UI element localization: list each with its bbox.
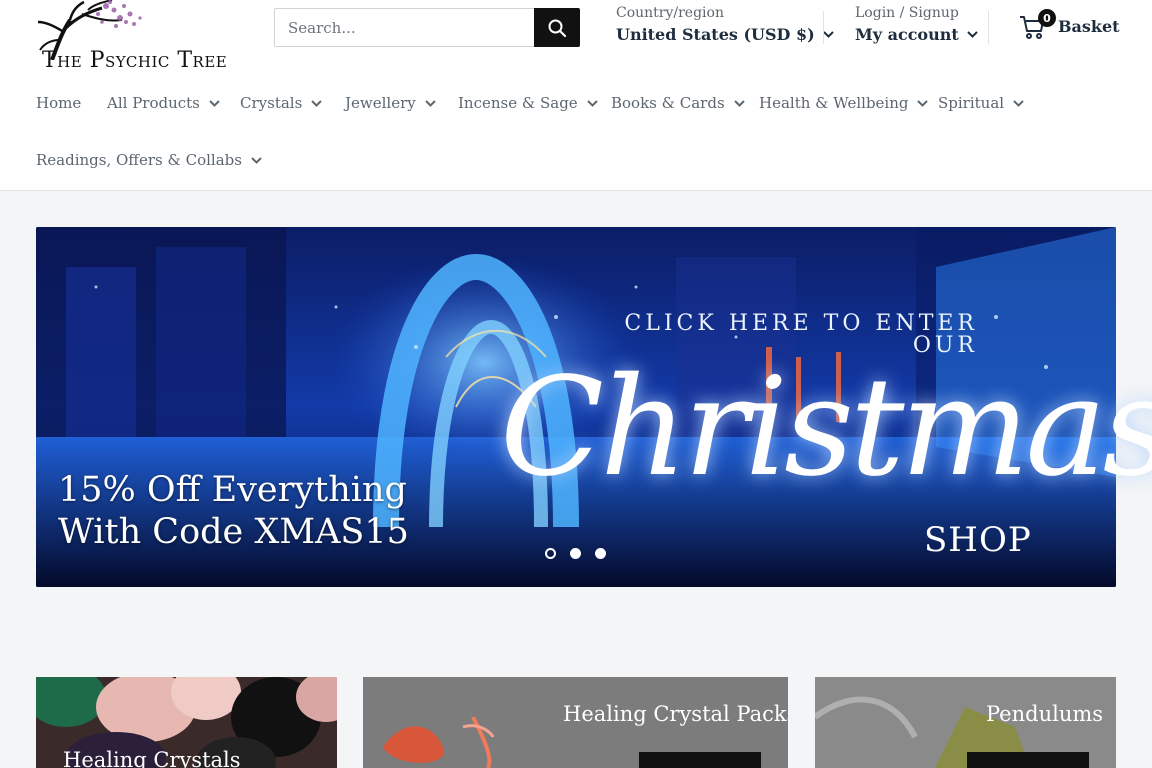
chevron-down-icon [733,99,745,107]
category-title: Pendulums [986,702,1104,726]
hero-offer-text: 15% Off Everything With Code XMAS15 [58,469,409,553]
account-value: My account [855,25,959,44]
nav-label: Incense & Sage [458,94,578,112]
nav-label: Readings, Offers & Collabs [36,151,242,169]
category-card-pendulums[interactable]: Pendulums [815,677,1116,768]
hero-script-title: Christmas [500,349,1152,507]
chevron-down-icon [311,99,323,107]
header-divider [988,11,989,44]
chevron-down-icon [209,99,220,107]
chevron-down-icon [822,31,834,38]
nav-item-books-cards[interactable]: Books & Cards [611,94,745,112]
basket-count-badge: 0 [1038,9,1056,27]
nav-label: Home [36,94,82,112]
header-divider [823,11,824,44]
basket-button[interactable]: 0 Basket [1018,9,1120,40]
hero-enter-line1: CLICK HERE TO ENTER [624,311,978,336]
search-icon [548,19,567,37]
category-title: Healing Crystal Packs [563,702,788,726]
nav-item-readings-offers[interactable]: Readings, Offers & Collabs [36,151,262,169]
nav-item-health-wellbeing[interactable]: Health & Wellbeing [759,94,929,112]
category-title: Healing Crystals [63,748,241,768]
nav-label: Spiritual [938,94,1005,112]
hero-offer-line2: With Code XMAS15 [58,512,409,552]
category-card-healing-crystals[interactable]: Healing Crystals [36,677,337,768]
chevron-down-icon [251,156,262,164]
nav-item-all-products[interactable]: All Products [107,94,220,112]
slideshow-dots [545,548,606,559]
slide-dot-1[interactable] [545,548,556,559]
shop-now-button[interactable] [967,752,1089,768]
chevron-down-icon [917,99,929,107]
site-logo[interactable]: The Psychic Tree [36,0,241,76]
nav-label: Crystals [240,94,303,112]
cart-icon: 0 [1018,9,1056,40]
nav-item-crystals[interactable]: Crystals [240,94,323,112]
country-selector[interactable]: Country/region United States (USD $) [616,5,834,44]
account-menu[interactable]: Login / Signup My account [855,5,978,44]
category-card-healing-crystal-packs[interactable]: Healing Crystal Packs [363,677,788,768]
nav-item-spiritual[interactable]: Spiritual [938,94,1024,112]
chevron-down-icon [586,99,598,107]
account-label: Login / Signup [855,5,959,21]
nav-label: All Products [107,94,200,112]
logo-text: The Psychic Tree [42,48,228,73]
slide-dot-2[interactable] [570,548,581,559]
shop-now-button[interactable] [639,752,761,768]
site-header: The Psychic Tree Country/region United S… [0,0,1152,191]
basket-label: Basket [1058,16,1120,36]
country-label: Country/region [616,5,724,21]
search-button[interactable] [534,8,580,47]
hero-shop-label: SHOP [924,520,1032,560]
search-input[interactable] [275,9,535,46]
slide-dot-3[interactable] [595,548,606,559]
nav-item-home[interactable]: Home [36,94,81,112]
nav-label: Health & Wellbeing [759,94,909,112]
chevron-down-icon [1013,99,1024,107]
nav-item-jewellery[interactable]: Jewellery [345,94,436,112]
chevron-down-icon [425,99,436,107]
nav-label: Books & Cards [611,94,725,112]
hero-offer-line1: 15% Off Everything [58,470,407,510]
country-value: United States (USD $) [616,25,815,44]
chevron-down-icon [967,31,978,38]
search-bar [274,8,580,47]
nav-label: Jewellery [345,94,416,112]
nav-item-incense-sage[interactable]: Incense & Sage [458,94,598,112]
